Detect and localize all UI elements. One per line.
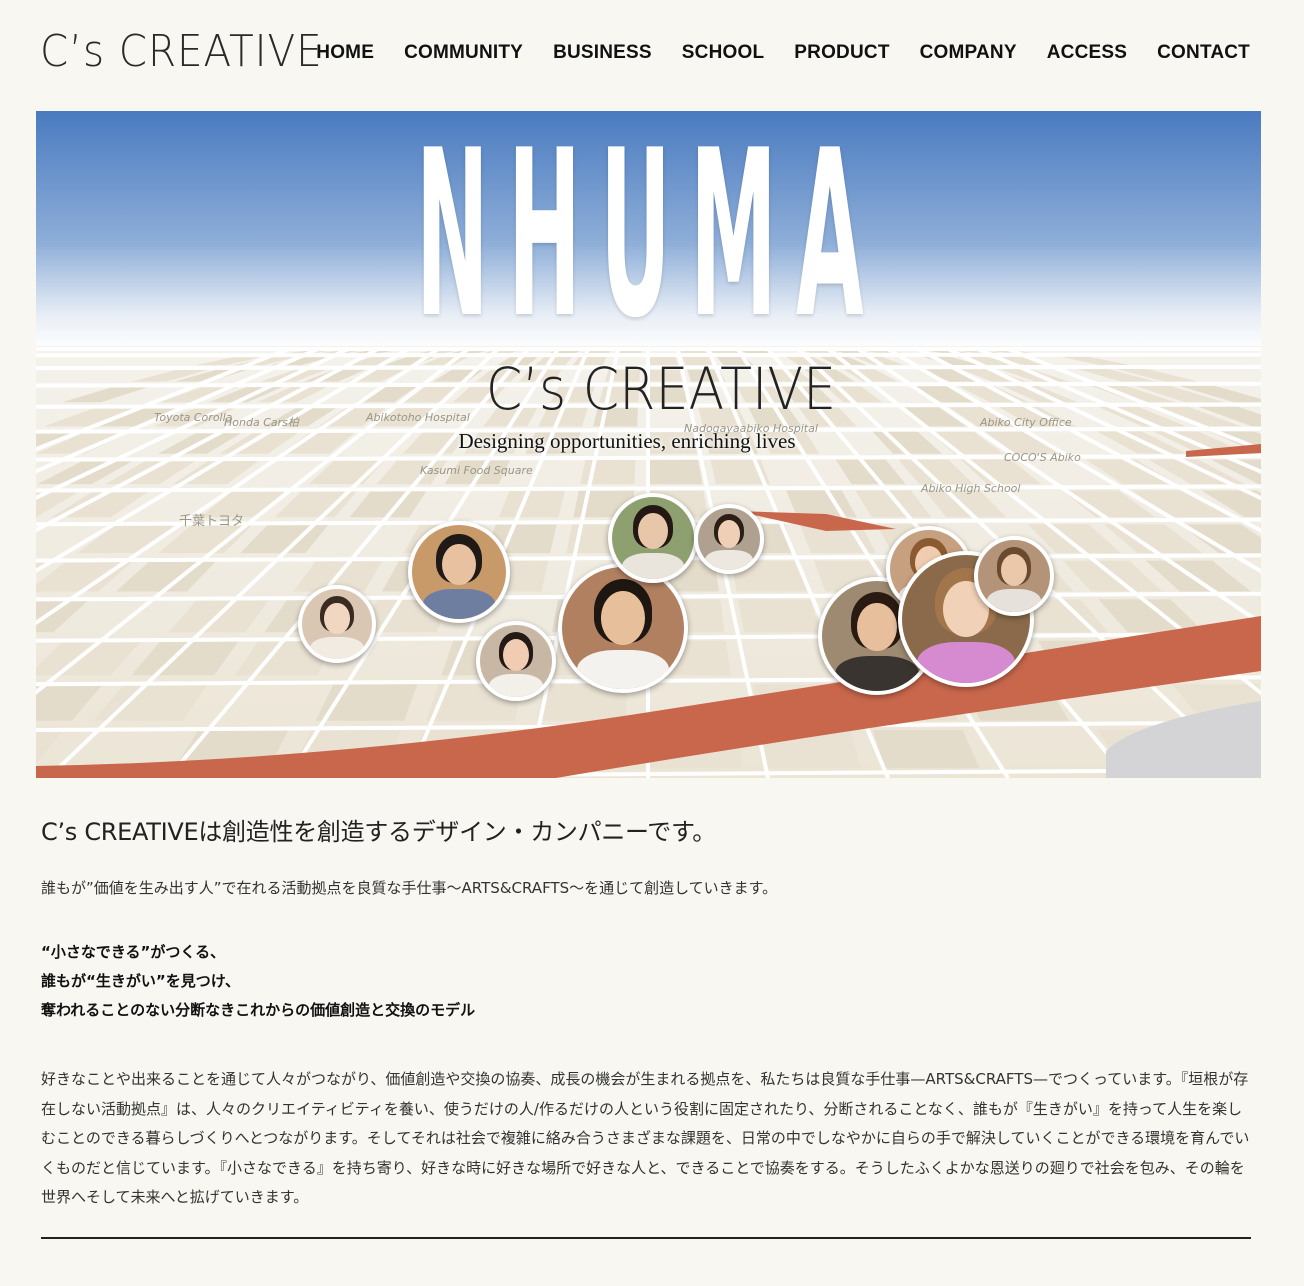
portrait-shirt — [917, 642, 1015, 683]
main-content: C’s CREATIVEは創造性を創造するデザイン・カンパニーです。 誰もが”価… — [41, 812, 1251, 1213]
map-block — [872, 730, 980, 769]
map-block — [648, 459, 703, 485]
portrait-face — [857, 603, 897, 652]
portrait-face — [601, 591, 645, 646]
hero-tagline: Designing opportunities, enriching lives — [458, 429, 796, 453]
community-photo — [694, 504, 764, 574]
hero-title: NHUMA — [415, 111, 883, 369]
mission-line: “小さなできる”がつくる、 — [41, 943, 226, 961]
portrait-face — [1001, 554, 1027, 587]
nav-school[interactable]: SCHOOL — [682, 42, 764, 64]
portrait-shirt — [576, 649, 670, 689]
portrait-face — [324, 603, 350, 634]
lead-text: 誰もが”価値を生み出す人”で在れる活動拠点を良質な手仕事〜ARTS&CRAFTS… — [41, 879, 778, 897]
map-block — [498, 490, 565, 518]
portrait-shirt — [986, 588, 1042, 612]
nav-community[interactable]: COMMUNITY — [404, 42, 523, 64]
community-photo — [974, 536, 1054, 616]
map-label: 千葉トヨタ — [179, 514, 245, 529]
portrait-face — [717, 520, 741, 548]
nav-business[interactable]: BUSINESS — [553, 42, 652, 64]
community-photo — [558, 563, 688, 693]
hero-banner: Toyota Corolla Honda Cars柏 Abikotoho Hos… — [36, 111, 1261, 778]
mission-statement: “小さなできる”がつくる、 誰もが“生きがい”を見つけ、 奪われることのない分断… — [41, 938, 1251, 1025]
nav-access[interactable]: ACCESS — [1047, 42, 1127, 64]
nav-product[interactable]: PRODUCT — [794, 42, 889, 64]
community-photo — [476, 621, 556, 701]
portrait-shirt — [621, 552, 685, 579]
page-heading: C’s CREATIVEは創造性を創造するデザイン・カンパニーです。 — [41, 818, 716, 846]
nav-company[interactable]: COMPANY — [920, 42, 1017, 64]
site-header: C’s CREATIVE HOME COMMUNITY BUSINESS SCH… — [0, 0, 1304, 110]
map-label: Kasumi Food Square — [420, 464, 533, 477]
nav-contact[interactable]: CONTACT — [1157, 42, 1250, 64]
mission-line: 奪われることのない分断なきこれからの価値創造と交換のモデル — [41, 1001, 476, 1019]
portrait-shirt — [488, 673, 544, 697]
mission-line: 誰もが“生きがい”を見つけ、 — [41, 972, 240, 990]
portrait-face — [638, 513, 668, 550]
main-nav: HOME COMMUNITY BUSINESS SCHOOL PRODUCT C… — [316, 42, 1250, 64]
portrait-shirt — [835, 655, 919, 691]
community-photo — [608, 493, 698, 583]
body-text: 好きなことや出来ることを通じて人々がつながり、価値創造や交換の協奏、成長の機会が… — [41, 1070, 1250, 1206]
community-photo — [298, 585, 376, 663]
map-block — [738, 599, 821, 633]
map-label: Abiko High School — [921, 482, 1021, 495]
nav-home[interactable]: HOME — [316, 42, 374, 64]
portrait-face — [442, 543, 476, 586]
portrait-face — [503, 639, 529, 672]
site-logo[interactable]: C’s CREATIVE — [40, 26, 323, 77]
hero-logo: C’s CREATIVE — [485, 355, 837, 423]
portrait-shirt — [423, 588, 495, 619]
community-photo — [408, 521, 510, 623]
section-divider — [41, 1237, 1251, 1239]
